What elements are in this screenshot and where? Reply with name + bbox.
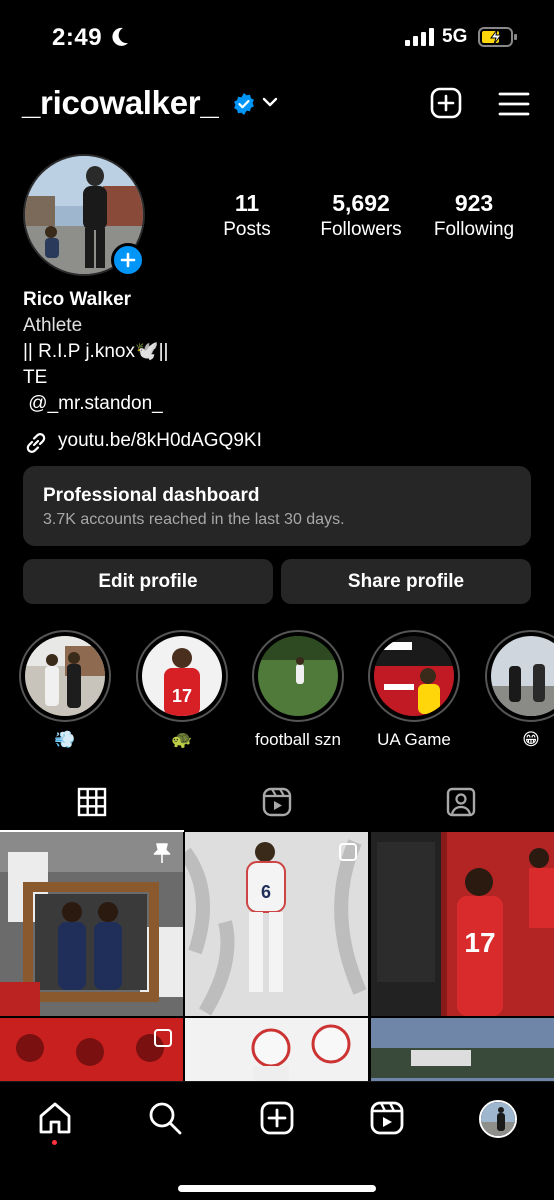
- following-stat[interactable]: 923 Following: [427, 190, 521, 241]
- highlight-item[interactable]: 😁: [485, 630, 554, 750]
- dashboard-title: Professional dashboard: [43, 485, 260, 506]
- edit-profile-button[interactable]: Edit profile: [23, 559, 273, 604]
- link-icon: [26, 433, 46, 453]
- professional-dashboard[interactable]: Professional dashboard 3.7K accounts rea…: [23, 466, 531, 546]
- reels-icon[interactable]: [369, 1100, 405, 1136]
- status-bar: 2:49 5G: [0, 0, 554, 72]
- signal-icon: [405, 28, 434, 46]
- highlight-cover: 17: [142, 636, 222, 716]
- post-thumbnail[interactable]: 6: [185, 832, 368, 1016]
- bio-line: TE: [23, 367, 48, 388]
- chevron-down-icon[interactable]: [262, 96, 278, 108]
- create-post-icon[interactable]: [259, 1100, 295, 1136]
- bottom-navigation: [0, 1081, 554, 1200]
- profile-avatar-tab[interactable]: [479, 1100, 517, 1138]
- home-indicator: [178, 1185, 376, 1192]
- svg-text:6: 6: [261, 882, 271, 902]
- highlight-item[interactable]: football szn: [252, 630, 344, 750]
- followers-label: Followers: [320, 219, 402, 240]
- followers-stat[interactable]: 5,692 Followers: [313, 190, 409, 241]
- menu-icon[interactable]: [498, 90, 530, 118]
- add-story-button[interactable]: [111, 243, 145, 277]
- status-time: 2:49: [52, 24, 103, 51]
- svg-text:17: 17: [464, 927, 495, 958]
- home-icon[interactable]: [37, 1100, 73, 1136]
- highlight-item[interactable]: 17 🐢: [136, 630, 228, 750]
- profile-bio: Rico Walker Athlete || R.I.P j.knox🕊️|| …: [23, 287, 168, 417]
- followers-count: 5,692: [332, 190, 390, 216]
- highlight-cover: [25, 636, 105, 716]
- battery-icon: [478, 27, 517, 47]
- highlight-cover: [258, 636, 338, 716]
- posts-label: Posts: [223, 219, 271, 240]
- profile-category: Athlete: [23, 315, 83, 336]
- display-name: Rico Walker: [23, 289, 132, 310]
- highlight-item[interactable]: 💨: [19, 630, 111, 750]
- tagged-tab-icon[interactable]: [445, 786, 477, 818]
- share-profile-button[interactable]: Share profile: [281, 559, 531, 604]
- new-post-icon[interactable]: [430, 87, 462, 119]
- moon-icon: [112, 27, 128, 46]
- carousel-icon: [339, 843, 357, 861]
- post-thumbnail[interactable]: [0, 832, 183, 1016]
- highlight-item[interactable]: UA Game: [368, 630, 460, 750]
- following-label: Following: [433, 219, 515, 240]
- highlight-label: 💨: [54, 730, 76, 749]
- highlight-ring: [19, 630, 111, 722]
- profile-link-text: youtu.be/8kH0dAGQ9KI: [58, 430, 262, 451]
- highlight-ring: [485, 630, 554, 722]
- notification-dot: [52, 1140, 57, 1145]
- network-label: 5G: [442, 26, 468, 47]
- profile-tabs: [0, 772, 554, 832]
- highlight-label: UA Game: [377, 730, 451, 749]
- post-thumbnail[interactable]: 17: [371, 832, 554, 1016]
- avatar-thumbnail: [481, 1102, 515, 1136]
- posts-count: 11: [234, 190, 260, 216]
- dashboard-subtitle: 3.7K accounts reached in the last 30 day…: [43, 511, 345, 528]
- highlight-label: football szn: [255, 730, 341, 749]
- posts-stat[interactable]: 11 Posts: [212, 190, 282, 241]
- grid-tab-icon[interactable]: [76, 786, 108, 818]
- reels-tab-icon[interactable]: [261, 786, 293, 818]
- highlight-ring: 17: [136, 630, 228, 722]
- highlight-cover: [491, 636, 554, 716]
- highlight-label: 😁: [522, 730, 540, 749]
- profile-header: _ricowalker_: [0, 80, 554, 128]
- following-count: 923: [454, 190, 494, 216]
- highlight-ring: [368, 630, 460, 722]
- bio-mention-line[interactable]: @_mr.standon_: [23, 391, 168, 417]
- verified-badge-icon: [234, 93, 254, 115]
- highlight-ring: [252, 630, 344, 722]
- search-icon[interactable]: [147, 1100, 183, 1136]
- username-title[interactable]: _ricowalker_: [22, 84, 219, 122]
- plus-icon: [120, 252, 136, 268]
- bio-line: || R.I.P j.knox🕊️||: [23, 341, 169, 362]
- carousel-icon: [154, 1029, 172, 1047]
- pinned-icon: [153, 843, 171, 863]
- highlight-cover: [374, 636, 454, 716]
- svg-text:17: 17: [172, 686, 192, 706]
- highlight-label: 🐢: [171, 730, 193, 749]
